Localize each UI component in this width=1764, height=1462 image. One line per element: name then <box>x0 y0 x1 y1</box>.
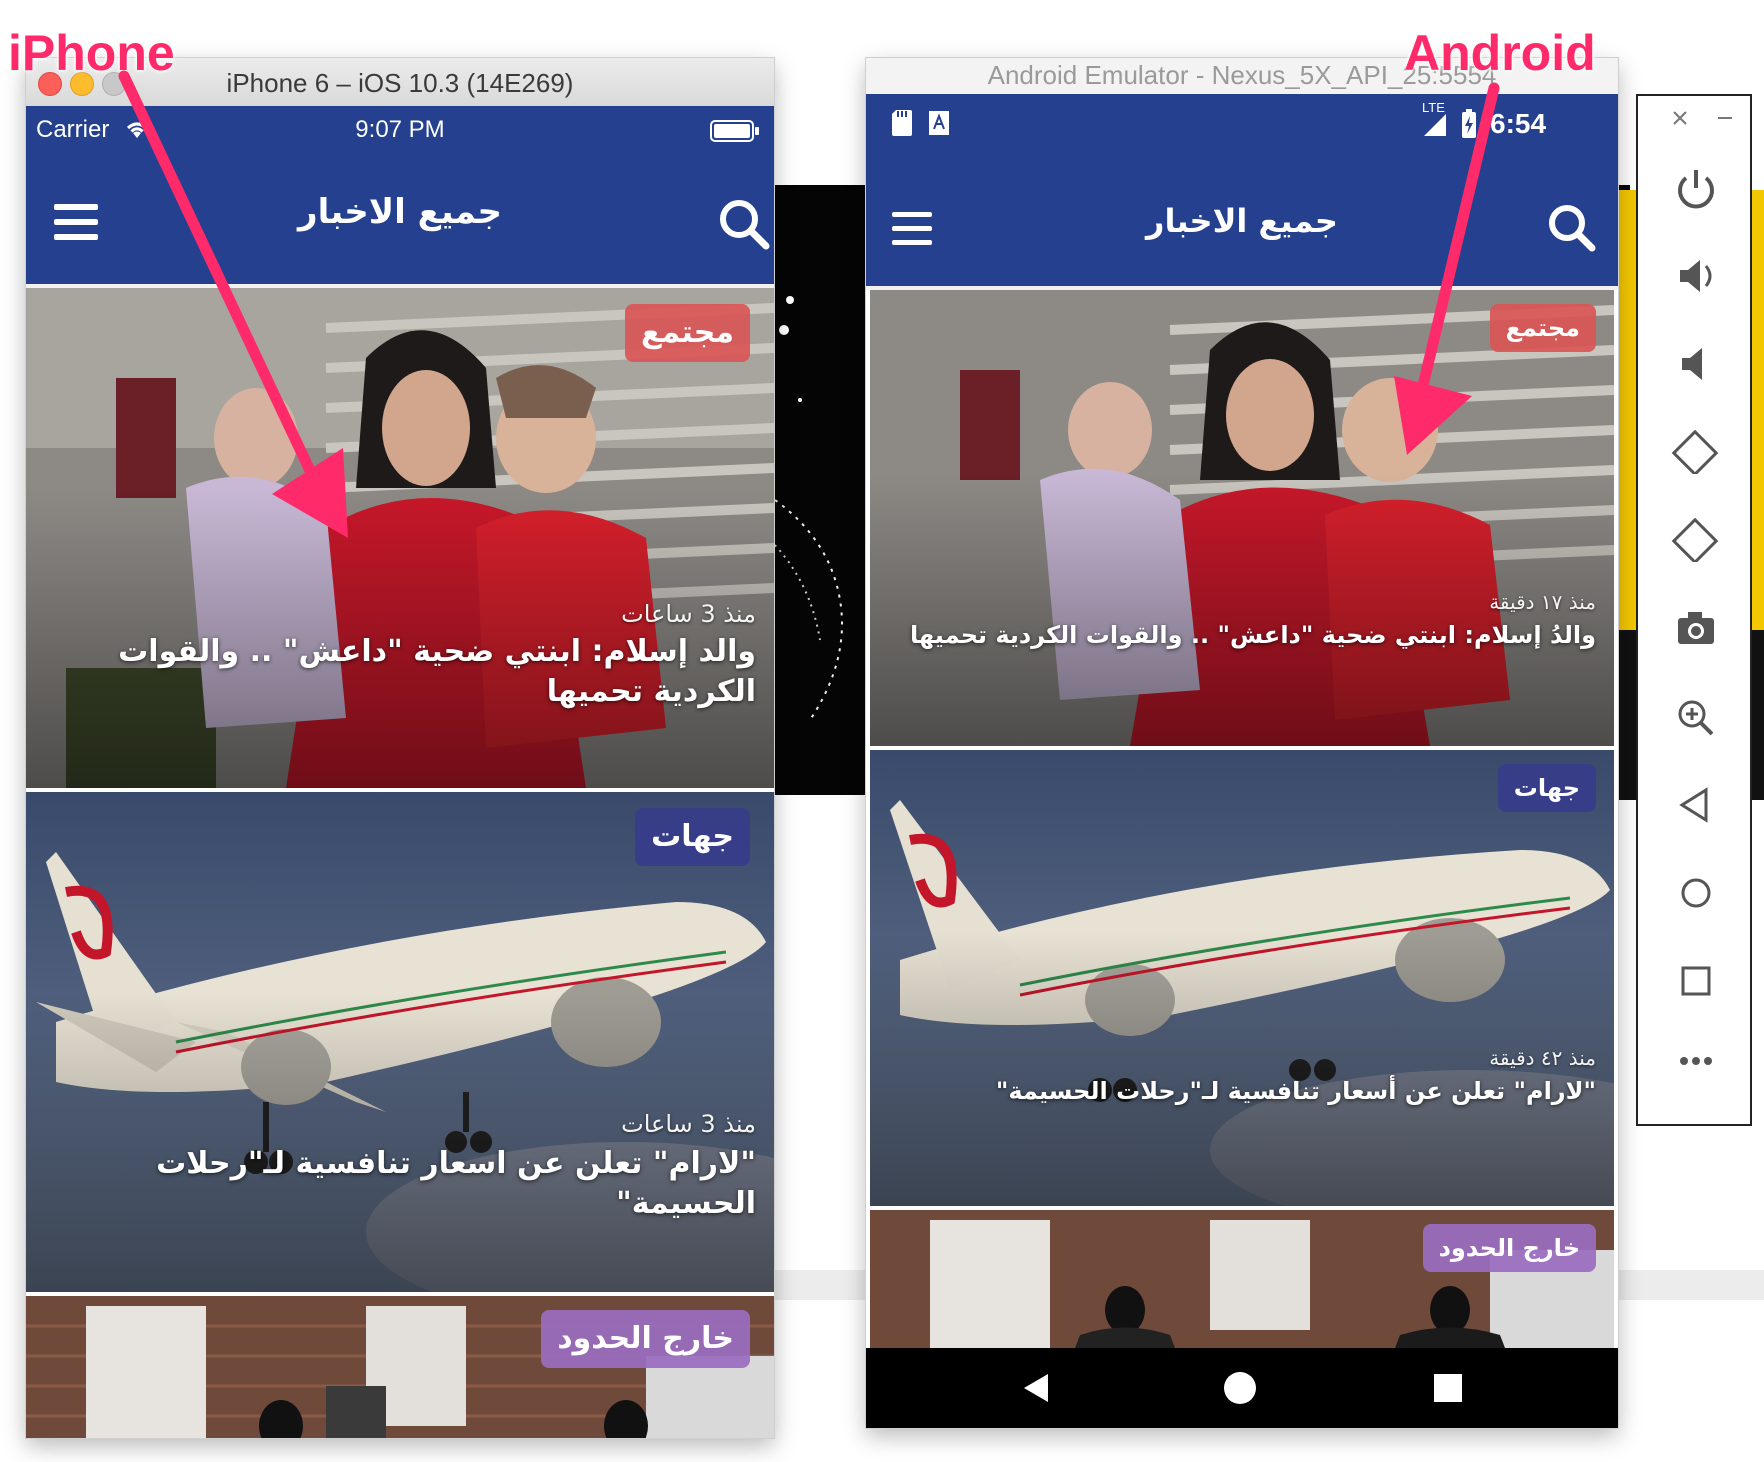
annotation-arrow-android <box>1413 82 1500 408</box>
annotation-arrowhead-android <box>1394 376 1472 455</box>
annotation-arrows <box>118 70 1500 538</box>
annotation-arrow-iphone <box>118 70 328 502</box>
